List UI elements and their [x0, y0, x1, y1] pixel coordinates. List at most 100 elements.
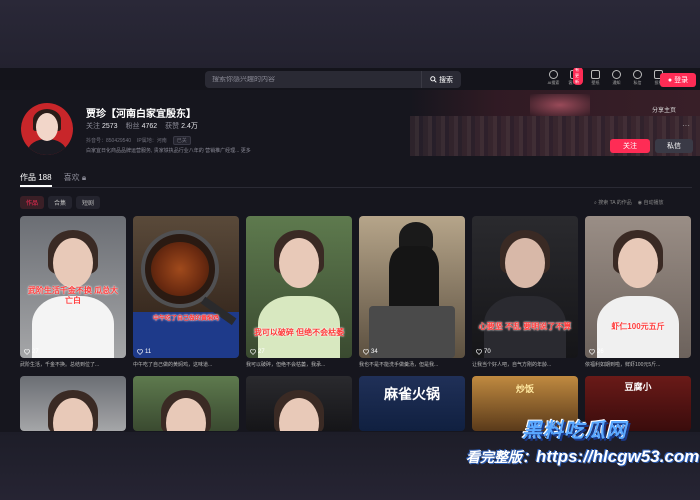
- like-count: 27: [250, 349, 265, 355]
- search-bar: 搜索: [205, 71, 461, 88]
- ai-search-button[interactable]: AI搜索: [545, 70, 562, 86]
- video-thumbnail: [246, 376, 352, 431]
- lock-icon: 🔒︎: [81, 173, 87, 182]
- video-card[interactable]: 虾仁100元五斤 26 依福利如期到啦，鲜虾100元5斤...: [585, 216, 691, 368]
- video-thumbnail: 武阶生活千金不换 瓜总大亡白 27: [20, 216, 126, 358]
- like-count: 26: [589, 349, 604, 355]
- filter-chips: 作品 合集 短剧: [20, 196, 101, 209]
- follow-button[interactable]: 关注: [610, 139, 650, 153]
- search-button-label: 搜索: [439, 76, 453, 84]
- filter-short-dramas[interactable]: 短剧: [76, 196, 101, 209]
- wallpaper-icon: [591, 70, 600, 79]
- account-id: 抖音号：850429540: [86, 138, 132, 144]
- heart-icon: [250, 349, 256, 355]
- filter-works[interactable]: 作品: [20, 196, 45, 209]
- video-card[interactable]: 心要坚 不乱 要明说了不算 70 让我当个好人吧，自气方刚的年龄...: [472, 216, 578, 368]
- video-overlay-text: 武阶生活千金不换 瓜总大亡白: [27, 286, 119, 305]
- like-count: 27: [24, 349, 39, 355]
- video-card[interactable]: 我可以破碎 但绝不会枯萎 27 我可以破碎，但绝不会枯萎，我承...: [246, 216, 352, 368]
- search-button[interactable]: 搜索: [421, 71, 461, 88]
- video-thumbnail: [20, 376, 126, 431]
- video-overlay-text: 虾仁100元五斤: [611, 322, 665, 331]
- video-overlay-text: 心要坚 不乱 要明说了不算: [478, 322, 572, 331]
- search-works-button[interactable]: ⌕ 搜索 TA 的作品: [594, 199, 632, 206]
- video-caption: 武阶生活，千金不换。总结到位了...: [20, 362, 100, 368]
- watermark-url-link: https://hlcgw53.com: [536, 447, 700, 466]
- message-button[interactable]: 私信: [629, 70, 646, 86]
- video-overlay-text: 中午吃了自己做的黄焖鸡: [152, 316, 219, 322]
- followers-stat[interactable]: 粉丝 4762: [126, 121, 158, 131]
- video-caption: 中午吃了自己做的黄焖鸡，这味道...: [133, 362, 213, 368]
- video-caption: 我也不是不能洗手做羹汤，但是我...: [359, 362, 439, 368]
- wallpaper-button[interactable]: 壁纸: [587, 70, 604, 86]
- video-grid: 武阶生活千金不换 瓜总大亡白 27 武阶生活，千金不换。总结到位了... 中午吃…: [20, 216, 692, 431]
- login-label: 登录: [674, 77, 689, 84]
- ip-location: IP属地：河南: [137, 138, 167, 144]
- profile-meta: 抖音号：850429540 IP属地：河南 已关: [86, 136, 191, 145]
- video-overlay-text: 豆腐小: [624, 382, 652, 392]
- watermark-logo: 黑料吃瓜网: [522, 420, 627, 442]
- like-count: 11: [137, 349, 151, 355]
- notification-button[interactable]: 通知: [608, 70, 625, 86]
- video-caption: 我可以破碎，但绝不会枯萎，我承...: [246, 362, 326, 368]
- message-icon: [633, 70, 642, 79]
- likes-stat: 获赞 2.4万: [165, 123, 198, 130]
- following-stat[interactable]: 关注 2573: [86, 121, 118, 131]
- video-thumbnail: 麻雀火锅: [359, 376, 465, 431]
- like-count: 70: [476, 349, 491, 355]
- top-background: [0, 0, 700, 68]
- ai-search-icon: [549, 70, 558, 79]
- profile-tabs: 作品 188 喜欢 🔒︎: [20, 172, 86, 186]
- autoplay-toggle[interactable]: ◉ 自动播放: [638, 199, 664, 206]
- search-icon: [430, 76, 437, 83]
- filter-collections[interactable]: 合集: [48, 196, 73, 209]
- video-thumbnail: 34: [359, 216, 465, 358]
- video-card[interactable]: [20, 376, 126, 431]
- message-user-button[interactable]: 私信: [655, 139, 693, 153]
- avatar[interactable]: [21, 103, 73, 155]
- douyin-profile-page: 搜索 AI搜索 有更新客户端 壁纸 通知 私信 投稿 ● 登录 贾珍【河南白家宜…: [0, 68, 700, 432]
- video-thumbnail: [133, 376, 239, 431]
- tabs-divider: [20, 187, 692, 188]
- notification-label: 通知: [612, 80, 621, 85]
- header-icon-group: AI搜索 有更新客户端 壁纸 通知 私信 投稿: [545, 68, 667, 86]
- top-header: 搜索 AI搜索 有更新客户端 壁纸 通知 私信 投稿 ● 登录: [0, 68, 700, 90]
- notification-icon: [612, 70, 621, 79]
- search-input[interactable]: [205, 76, 421, 83]
- user-icon: ●: [667, 76, 673, 84]
- profile-tag: 已关: [172, 136, 191, 145]
- profile-name: 贾珍【河南白家宜殷东】: [86, 109, 196, 120]
- video-thumbnail: 虾仁100元五斤 26: [585, 216, 691, 358]
- tab-likes[interactable]: 喜欢 🔒︎: [64, 172, 87, 186]
- tab-works[interactable]: 作品 188: [20, 172, 52, 186]
- more-options-button[interactable]: ···: [682, 121, 690, 130]
- video-thumbnail: 我可以破碎 但绝不会枯萎 27: [246, 216, 352, 358]
- heart-icon: [476, 349, 482, 355]
- profile-bio[interactable]: 白家宜日化商品品牌运营服务, 贵家铁执品行业八年的 营销推广经理... 更多: [86, 147, 386, 154]
- ai-search-label: AI搜索: [547, 80, 560, 85]
- like-count: 34: [363, 349, 378, 355]
- video-card[interactable]: 中午吃了自己做的黄焖鸡 11 中午吃了自己做的黄焖鸡，这味道...: [133, 216, 239, 368]
- video-overlay-text: 炒饭: [515, 384, 534, 394]
- video-thumbnail: 中午吃了自己做的黄焖鸡 11: [133, 216, 239, 358]
- heart-icon: [589, 349, 595, 355]
- video-card[interactable]: 麻雀火锅: [359, 376, 465, 431]
- message-label: 私信: [633, 80, 642, 85]
- client-button[interactable]: 有更新客户端: [566, 68, 583, 86]
- watermark-url: 看完整版：https://hlcgw53.com: [466, 447, 699, 467]
- video-overlay-text: 我可以破碎 但绝不会枯萎: [253, 328, 345, 337]
- video-caption: 让我当个好人吧，自气方刚的年龄...: [472, 362, 552, 368]
- video-card[interactable]: [246, 376, 352, 431]
- video-caption: 依福利如期到啦，鲜虾100元5斤...: [585, 362, 661, 368]
- video-card[interactable]: 34 我也不是不能洗手做羹汤，但是我...: [359, 216, 465, 368]
- video-card[interactable]: 武阶生活千金不换 瓜总大亡白 27 武阶生活，千金不换。总结到位了...: [20, 216, 126, 368]
- login-button[interactable]: ● 登录: [660, 73, 696, 87]
- share-profile-button[interactable]: 分享主页: [652, 105, 676, 114]
- wallpaper-label: 壁纸: [591, 80, 600, 85]
- video-overlay-text: 麻雀火锅: [384, 386, 440, 402]
- heart-icon: [363, 349, 369, 355]
- video-card[interactable]: [133, 376, 239, 431]
- heart-icon: [24, 349, 30, 355]
- watermark-url-prefix: 看完整版：: [466, 449, 536, 465]
- update-badge: 有更新: [573, 68, 583, 85]
